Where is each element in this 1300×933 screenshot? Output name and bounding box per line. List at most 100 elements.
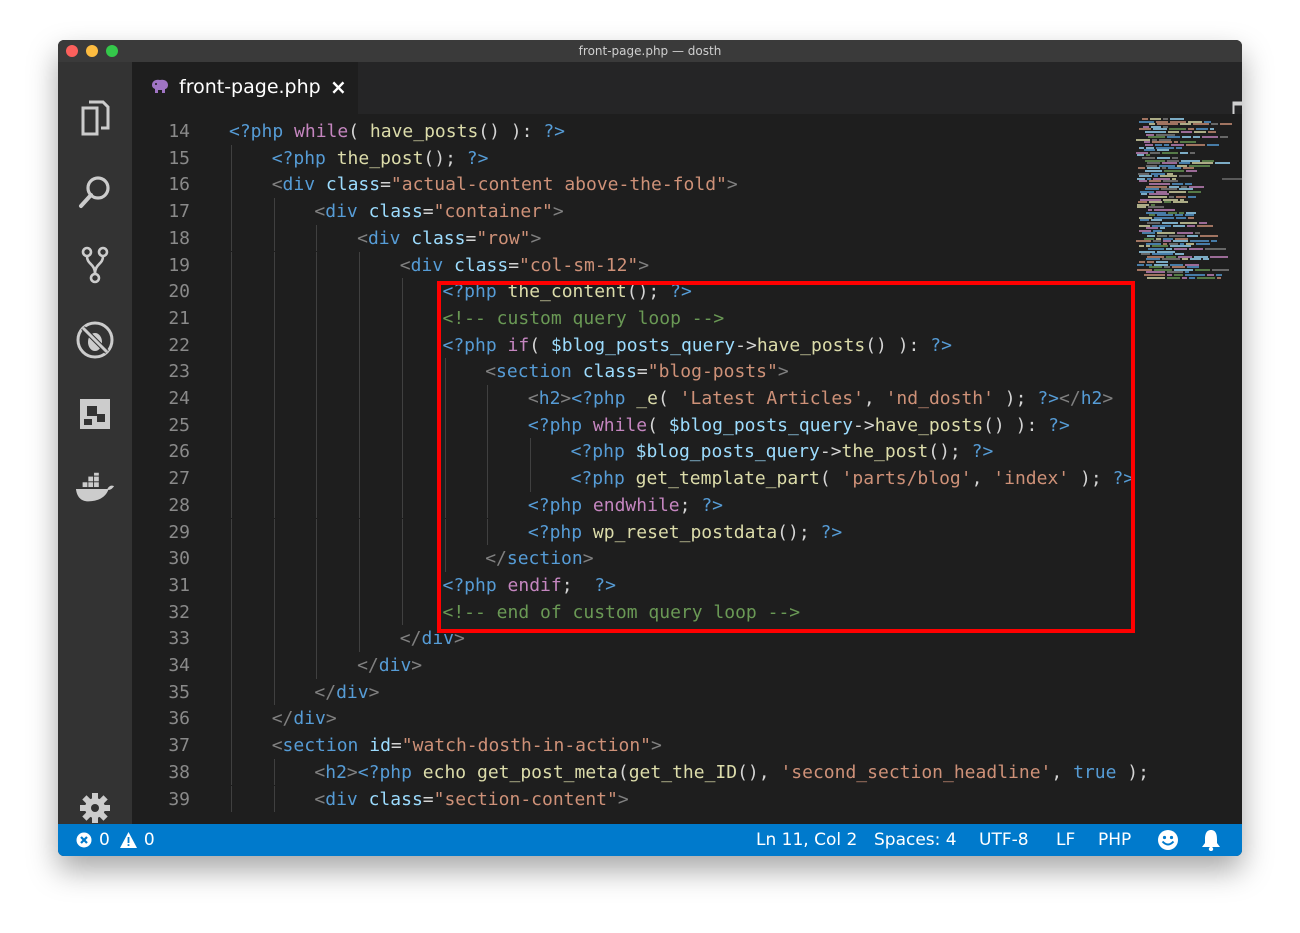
indent-guide	[359, 465, 361, 492]
minimap-line	[1211, 240, 1217, 243]
code-token: </	[399, 628, 422, 650]
code-token: =	[422, 788, 434, 810]
extensions-icon[interactable]	[75, 394, 115, 434]
code-token: div	[336, 681, 369, 703]
language-mode[interactable]: PHP	[1098, 830, 1131, 850]
indent-guide	[231, 438, 232, 466]
indent-guide	[316, 224, 318, 252]
indent-guide	[273, 545, 275, 572]
code-token: get_post_meta	[476, 761, 618, 783]
line-number: 18	[168, 227, 190, 249]
code-token: <?php	[229, 121, 295, 142]
indent-guide	[401, 571, 403, 599]
eol-setting[interactable]: LF	[1056, 830, 1075, 850]
minimap-line	[1179, 175, 1192, 178]
code-line[interactable]: <h2><?php echo get_post_meta(get_the_ID(…	[314, 762, 1149, 783]
php-elephant-icon	[150, 79, 170, 99]
scrollbar-thumb[interactable]	[1222, 178, 1242, 180]
code-token: class	[368, 201, 423, 223]
indent-guide	[401, 491, 403, 519]
indent-guide	[359, 331, 361, 359]
code-line[interactable]: <div class="row">	[357, 228, 541, 249]
smiley-icon[interactable]	[1157, 829, 1179, 851]
code-line[interactable]: <div class="container">	[314, 201, 563, 222]
code-token: "section-content"	[433, 788, 618, 810]
cursor-position[interactable]: Ln 11, Col 2	[756, 830, 857, 850]
minimap-line	[1189, 248, 1203, 250]
code-line[interactable]: <div class="col-sm-12">	[400, 255, 649, 276]
code-token: ,	[1051, 761, 1074, 783]
indent-guide	[401, 545, 403, 572]
indent-guide	[273, 278, 275, 305]
gear-icon[interactable]	[75, 788, 115, 828]
indent-guide	[231, 732, 232, 759]
encoding-setting[interactable]: UTF-8	[979, 830, 1029, 850]
source-control-icon[interactable]	[75, 245, 115, 285]
close-tab-icon[interactable]: ×	[330, 75, 347, 99]
indent-guide	[273, 598, 275, 626]
code-token: >	[651, 735, 662, 757]
line-number: 37	[168, 735, 190, 757]
indent-guide	[401, 278, 403, 305]
code-token: >	[411, 655, 423, 676]
code-token: >	[552, 201, 564, 223]
code-token: div	[367, 227, 412, 249]
code-line[interactable]: <div class="section-content">	[314, 789, 628, 810]
tab-front-page-php[interactable]: front-page.php ×	[132, 62, 358, 114]
docker-icon[interactable]	[75, 468, 115, 508]
tab-bar: front-page.php × ···	[132, 62, 1242, 119]
indent-guide	[359, 278, 361, 305]
indent-guide	[273, 251, 275, 279]
indentation-setting[interactable]: Spaces: 4	[874, 830, 957, 850]
minimap-line	[1203, 258, 1209, 261]
code-line[interactable]: <div class="actual-content above-the-fol…	[272, 174, 738, 195]
code-line[interactable]: </div>	[314, 682, 379, 703]
minimap-line	[1182, 276, 1187, 279]
line-number: 20	[168, 281, 190, 303]
code-token: (	[348, 121, 370, 142]
code-token: div	[325, 201, 369, 223]
code-token: (	[617, 761, 629, 783]
indent-guide	[359, 625, 361, 652]
minimap-line	[1202, 136, 1218, 139]
minimap-line	[1164, 201, 1171, 204]
line-number: 29	[168, 521, 190, 543]
code-line[interactable]: </div>	[272, 708, 337, 729]
code-token: </	[271, 708, 294, 730]
code-line[interactable]: </div>	[357, 655, 422, 676]
search-icon[interactable]	[75, 172, 115, 212]
minimap-line	[1181, 131, 1192, 133]
code-token: 'second_section_headline'	[780, 761, 1052, 783]
debug-icon[interactable]	[75, 320, 115, 360]
line-number: 33	[168, 628, 190, 650]
code-line[interactable]: <section id="watch-dosth-in-action">	[272, 735, 662, 756]
minimap[interactable]	[1134, 114, 1236, 824]
title-bar: front-page.php — dosth	[58, 40, 1242, 62]
explorer-icon[interactable]	[75, 98, 115, 138]
bell-icon[interactable]	[1201, 829, 1221, 851]
line-number: 30	[168, 548, 190, 570]
tab-label: front-page.php	[179, 76, 321, 98]
minimap-line	[1190, 258, 1201, 261]
minimap-line	[1141, 193, 1147, 196]
indent-guide	[231, 171, 232, 199]
code-token: div	[293, 708, 326, 730]
indent-guide	[231, 678, 232, 706]
code-line[interactable]: <?php the_post(); ?>	[272, 148, 489, 169]
code-token: class	[454, 254, 509, 276]
minimap-line	[1137, 263, 1144, 266]
indent-guide	[401, 304, 403, 332]
indent-guide	[273, 491, 275, 519]
indent-guide	[273, 304, 275, 332]
problems-indicator[interactable]: 0 0	[76, 830, 155, 850]
code-line[interactable]: <?php while( have_posts() ): ?>	[229, 121, 565, 142]
indent-guide	[316, 331, 318, 359]
indent-guide	[273, 385, 275, 412]
code-token: </	[357, 655, 379, 676]
indent-guide	[273, 785, 275, 813]
indent-guide	[359, 385, 361, 412]
indent-guide	[359, 518, 361, 546]
code-token: >	[325, 708, 337, 730]
minimap-line	[1189, 276, 1195, 279]
code-token: <	[314, 761, 326, 783]
